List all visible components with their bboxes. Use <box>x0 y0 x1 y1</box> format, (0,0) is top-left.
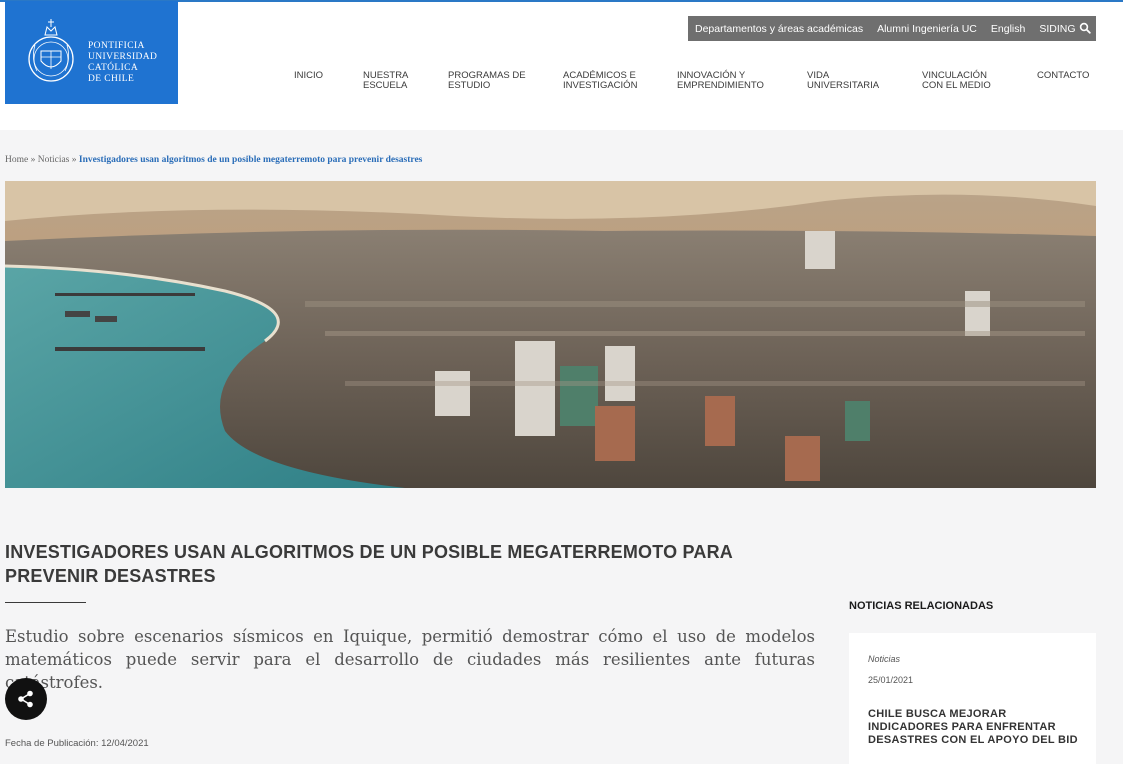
hero-image-iquique <box>5 181 1096 488</box>
breadcrumb-separator: » <box>69 155 79 165</box>
search-icon[interactable] <box>1079 22 1091 34</box>
nav-contacto[interactable]: CONTACTO <box>1037 71 1089 81</box>
breadcrumb-home[interactable]: Home <box>5 155 28 165</box>
utility-link-english[interactable]: English <box>991 23 1025 35</box>
utility-link-departamentos[interactable]: Departamentos y áreas académicas <box>695 23 863 35</box>
article-lead: Estudio sobre escenarios sísmicos en Iqu… <box>5 627 815 692</box>
university-logo[interactable]: PONTIFICIA UNIVERSIDAD CATÓLICA DE CHILE <box>5 1 178 104</box>
utility-link-alumni[interactable]: Alumni Ingeniería UC <box>877 23 977 35</box>
article-title: INVESTIGADORES USAN ALGORITMOS DE UN POS… <box>5 542 733 586</box>
share-button[interactable] <box>5 678 47 720</box>
utility-bar: Departamentos y áreas académicas Alumni … <box>688 16 1096 41</box>
breadcrumb-separator: » <box>28 155 38 165</box>
nav-programas-de-estudio[interactable]: PROGRAMAS DE ESTUDIO <box>448 71 526 91</box>
related-news-category: Noticias <box>868 654 901 664</box>
title-divider <box>5 602 86 603</box>
related-news-heading: NOTICIAS RELACIONADAS <box>849 600 994 612</box>
related-news-card[interactable]: Noticias 25/01/2021 CHILE BUSCA MEJORAR … <box>849 633 1096 764</box>
nav-inicio[interactable]: INICIO <box>294 71 323 81</box>
nav-nuestra-escuela[interactable]: NUESTRA ESCUELA <box>363 71 408 91</box>
nav-vida-universitaria[interactable]: VIDA UNIVERSITARIA <box>807 71 879 91</box>
related-news-title[interactable]: CHILE BUSCA MEJORAR INDICADORES PARA ENF… <box>868 708 1078 747</box>
university-name: PONTIFICIA UNIVERSIDAD CATÓLICA DE CHILE <box>88 41 158 84</box>
nav-academicos-e-investigacion[interactable]: ACADÉMICOS E INVESTIGACIÓN <box>563 71 637 91</box>
utility-link-siding[interactable]: SIDING <box>1039 23 1075 35</box>
university-seal-icon <box>28 19 74 82</box>
related-news-date: 25/01/2021 <box>868 675 914 685</box>
breadcrumb-current: Investigadores usan algoritmos de un pos… <box>78 155 423 165</box>
publication-date: Fecha de Publicación: 12/04/2021 <box>5 738 149 749</box>
breadcrumb: Home » Noticias » Investigadores usan al… <box>5 155 422 165</box>
nav-innovacion-y-emprendimiento[interactable]: INNOVACIÓN Y EMPRENDIMIENTO <box>677 71 764 91</box>
nav-vinculacion-con-el-medio[interactable]: VINCULACIÓN CON EL MEDIO <box>922 71 991 91</box>
breadcrumb-noticias[interactable]: Noticias <box>38 155 70 165</box>
share-icon <box>18 690 33 708</box>
